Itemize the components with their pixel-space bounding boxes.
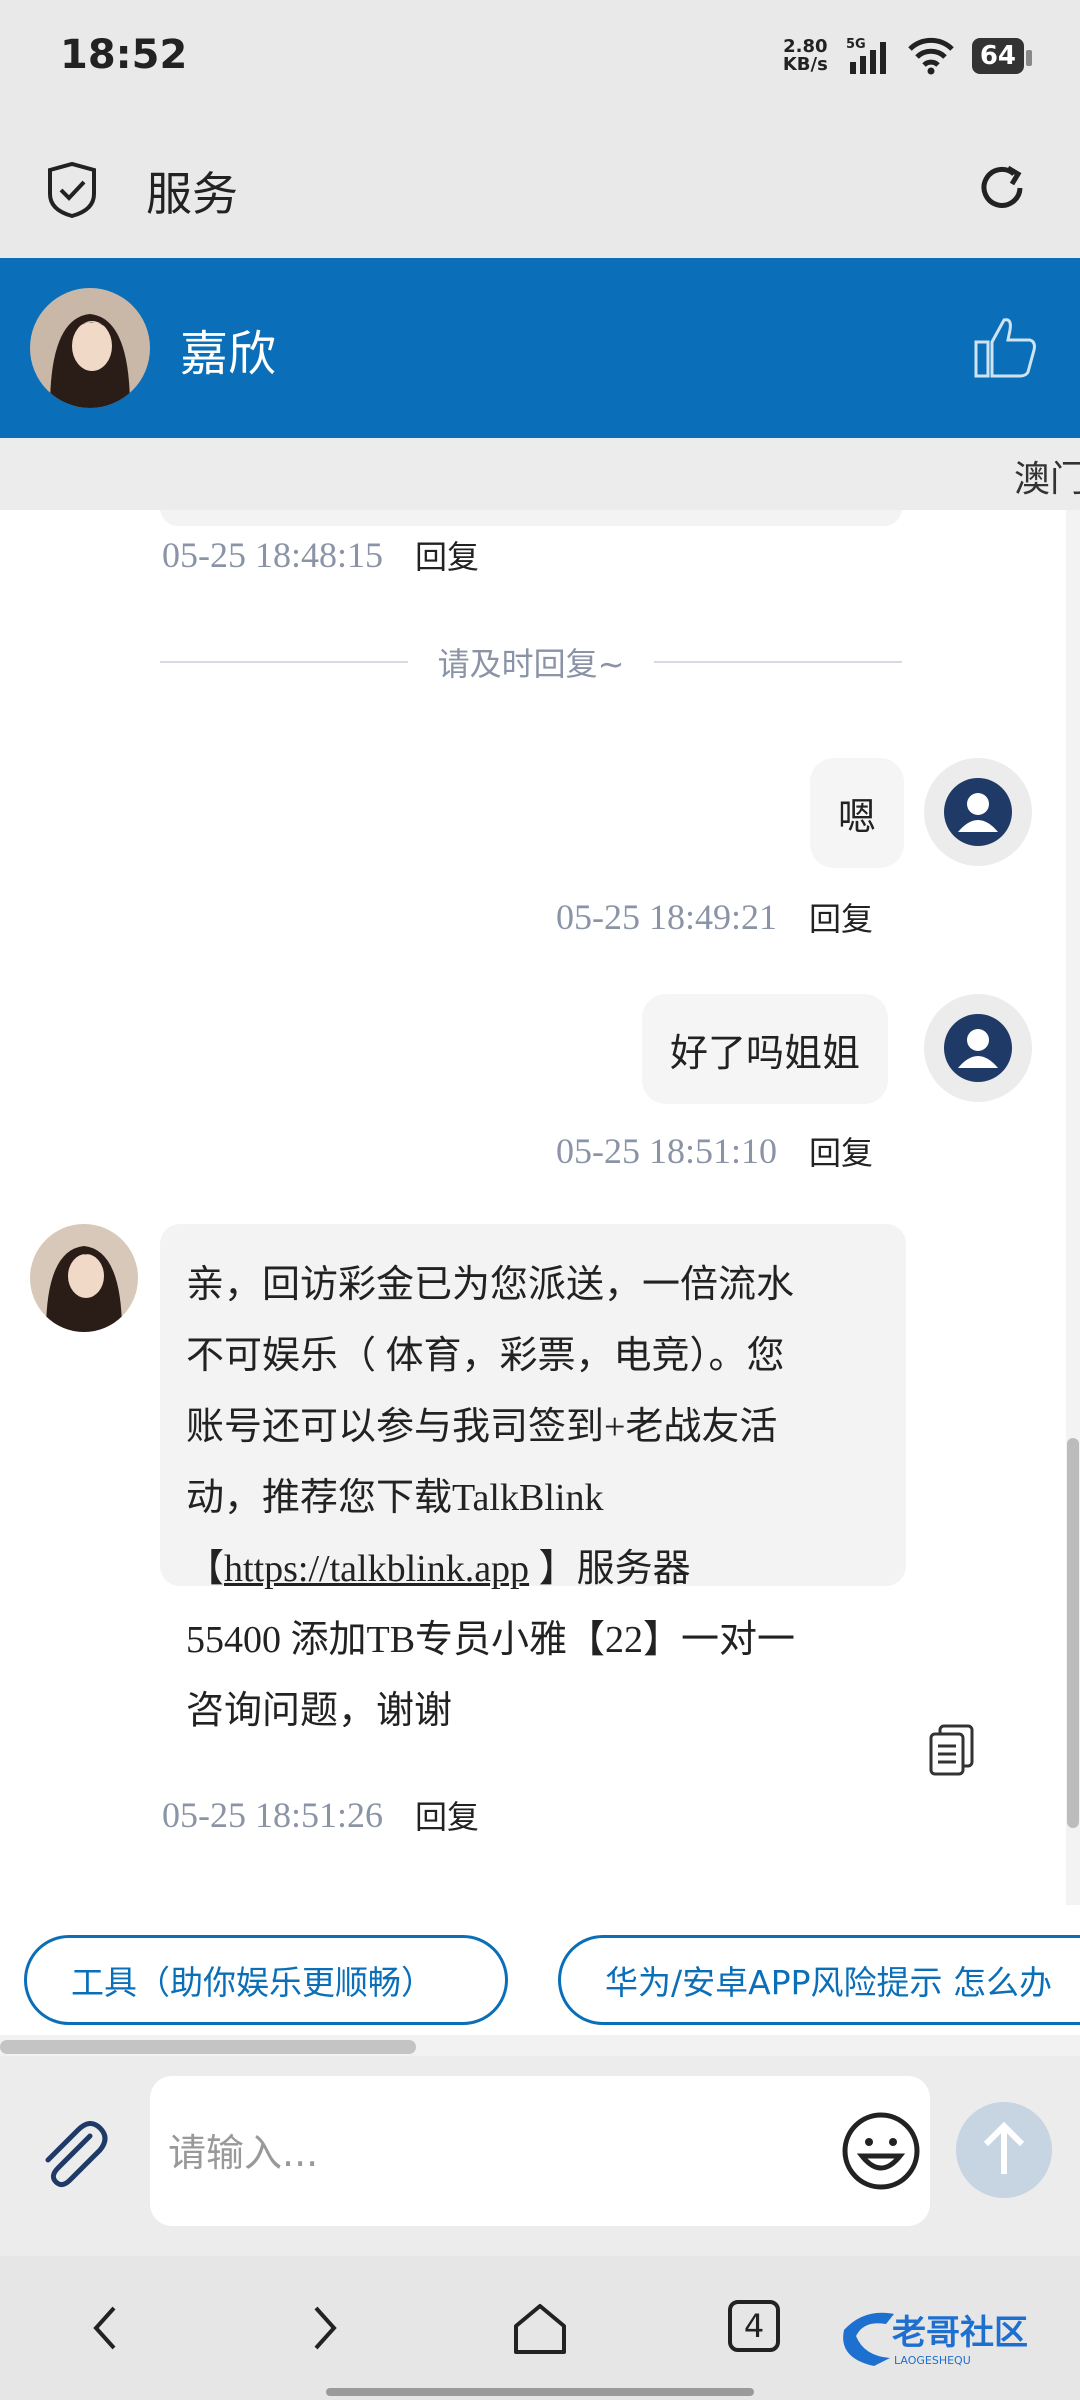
forward-icon[interactable]: [290, 2296, 354, 2360]
message-time: 05-25 18:49:21: [556, 897, 777, 937]
message-meta: 05-25 18:51:10 回复: [556, 1128, 873, 1174]
status-time: 18:52: [60, 32, 188, 78]
agent-name: 嘉欣: [180, 326, 277, 382]
message-time: 05-25 18:51:10: [556, 1131, 777, 1171]
message-meta: 05-25 18:48:15 回复: [162, 532, 479, 578]
scrollbar-thumb[interactable]: [0, 2040, 416, 2054]
reply-link[interactable]: 回复: [415, 1792, 479, 1838]
reply-link[interactable]: 回复: [809, 1128, 873, 1174]
svg-text:5G: 5G: [846, 37, 866, 52]
wifi-icon: [908, 37, 954, 75]
message-line: 55400 添加TB专员小雅【22】一对一: [186, 1619, 796, 1661]
attachment-icon[interactable]: [34, 2114, 114, 2194]
talkblink-link[interactable]: https://talkblink.app: [224, 1548, 529, 1590]
gesture-bar[interactable]: [326, 2388, 754, 2396]
message-line: 不可娱乐（ 体育，彩票，电竞）。您: [186, 1335, 785, 1377]
input-bar: 请输入...: [0, 2056, 1080, 2256]
copy-icon[interactable]: [928, 1724, 976, 1778]
message-line: 账号还可以参与我司签到+老战友活: [186, 1406, 778, 1448]
quick-reply-risk-notice[interactable]: 华为/安卓APP风险提示 怎么办: [558, 1935, 1080, 2025]
agent-avatar[interactable]: [30, 1224, 138, 1332]
page-title: 服务: [146, 167, 238, 221]
message-text: 好了吗姐姐: [670, 1030, 861, 1075]
refresh-icon[interactable]: [972, 158, 1032, 218]
message-time: 05-25 18:48:15: [162, 535, 383, 575]
svg-text:老哥社区: 老哥社区: [892, 2313, 1028, 2353]
scrollbar-thumb[interactable]: [1067, 1438, 1079, 1828]
divider-text: 请及时回复~: [437, 645, 625, 683]
message-text: 嗯: [838, 794, 877, 839]
status-indicators: 2.80 KB/s 5G 64: [782, 36, 1033, 76]
message-time: 05-25 18:51:26: [162, 1795, 383, 1835]
app-bar: 服务: [0, 120, 1080, 258]
message-input[interactable]: 请输入...: [150, 2076, 930, 2226]
user-avatar-icon: [944, 1014, 1012, 1082]
battery-indicator: 64: [971, 38, 1033, 74]
message-meta: 05-25 18:51:26 回复: [162, 1792, 479, 1838]
thumbs-up-icon[interactable]: [970, 312, 1040, 382]
input-placeholder: 请输入...: [168, 2131, 319, 2175]
horizontal-scrollbar[interactable]: [0, 2038, 1080, 2054]
shield-check-icon[interactable]: [42, 160, 102, 220]
reply-link[interactable]: 回复: [809, 894, 873, 940]
network-speed: 2.80 KB/s: [782, 36, 828, 75]
reminder-divider: 请及时回复~: [160, 640, 903, 684]
chat-messages[interactable]: 05-25 18:48:15 回复 请及时回复~ 嗯 05-25 18:49:2…: [0, 510, 1080, 1905]
user-message-bubble: 好了吗姐姐: [642, 994, 889, 1104]
home-icon[interactable]: [508, 2296, 572, 2360]
message-line: 【https://talkblink.app 】服务器: [186, 1548, 691, 1590]
status-bar: 18:52 2.80 KB/s 5G 64: [0, 0, 1080, 120]
emoji-icon[interactable]: [840, 2110, 922, 2192]
reply-link[interactable]: 回复: [415, 532, 479, 578]
tabs-button[interactable]: 4: [728, 2300, 780, 2352]
divider-line: [654, 661, 903, 663]
divider-line: [160, 661, 408, 663]
vertical-scrollbar[interactable]: [1066, 510, 1080, 1905]
user-avatar[interactable]: [924, 758, 1032, 866]
send-button[interactable]: [956, 2102, 1052, 2198]
watermark-logo: 老哥社区 LAOGESHEQU: [843, 2312, 1028, 2367]
message-line: 亲，回访彩金已为您派送，一倍流水: [186, 1264, 795, 1306]
message-meta: 05-25 18:49:21 回复: [556, 894, 873, 940]
svg-text:LAOGESHEQU: LAOGESHEQU: [894, 2354, 971, 2367]
user-message-bubble: 嗯: [810, 758, 905, 868]
message-bubble: [160, 510, 902, 526]
cellular-signal-icon: 5G: [846, 37, 886, 74]
back-icon[interactable]: [76, 2296, 140, 2360]
agent-message-bubble: 亲，回访彩金已为您派送，一倍流水 不可娱乐（ 体育，彩票，电竞）。您 账号还可以…: [160, 1224, 906, 1732]
user-avatar[interactable]: [924, 994, 1032, 1102]
quick-reply-tools[interactable]: 工具（助你娱乐更顺畅）: [24, 1935, 508, 2025]
quick-reply-bar: 工具（助你娱乐更顺畅） 华为/安卓APP风险提示 怎么办: [0, 1905, 1080, 2035]
marquee-text: 澳门: [1014, 459, 1080, 500]
browser-nav-bar: 4 老哥社区 LAOGESHEQU: [0, 2256, 1080, 2400]
chat-header: 嘉欣: [0, 258, 1080, 438]
notice-marquee[interactable]: 澳门: [0, 438, 1080, 510]
arrow-up-icon: [983, 2121, 1025, 2174]
message-line: 动，推荐您下载TalkBlink: [186, 1477, 604, 1519]
message-line: 咨询问题，谢谢: [186, 1690, 453, 1732]
agent-avatar[interactable]: [30, 288, 150, 408]
user-avatar-icon: [944, 778, 1012, 846]
